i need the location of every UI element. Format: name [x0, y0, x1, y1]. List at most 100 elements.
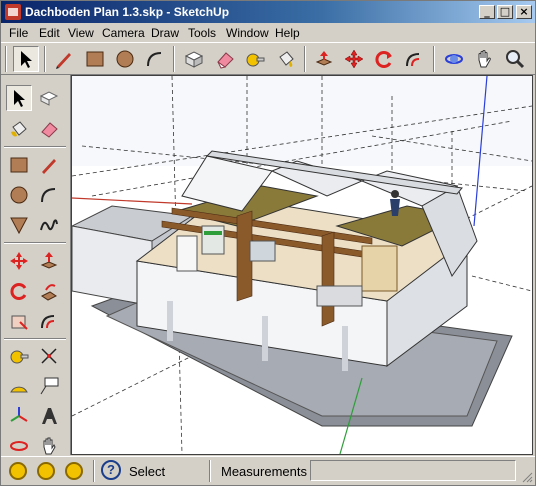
pencil-icon — [56, 53, 71, 69]
paint-bucket-button-large[interactable] — [6, 116, 32, 142]
credits-icon[interactable] — [37, 462, 55, 480]
line-tool-button-large[interactable] — [36, 152, 62, 178]
3d-text-tool-button[interactable] — [36, 403, 62, 429]
rotate-icon — [375, 51, 392, 68]
tape-measure-button-large[interactable] — [6, 343, 32, 369]
rotate-tool-button[interactable] — [371, 46, 397, 72]
status-bar: ? Select Measurements — [1, 456, 535, 485]
text-label-icon — [40, 377, 59, 395]
paint-bucket-icon — [279, 51, 294, 67]
rectangle-icon — [86, 51, 104, 67]
close-button[interactable]: × — [516, 5, 532, 19]
arrow-cursor-icon — [21, 51, 32, 68]
line-tool-button[interactable] — [51, 46, 77, 72]
tape-measure-icon — [10, 350, 29, 364]
title-bar: Dachboden Plan 1.3.skp - SketchUp _ □ × — [1, 1, 535, 23]
make-component-button[interactable] — [181, 46, 207, 72]
menu-tools[interactable]: Tools — [188, 26, 216, 40]
move-tool-button-large[interactable] — [6, 248, 32, 274]
menu-view[interactable]: View — [68, 26, 94, 40]
follow-me-icon — [41, 284, 57, 301]
circle-icon — [116, 50, 134, 68]
axes-icon — [10, 407, 28, 422]
polygon-tool-button[interactable] — [6, 212, 32, 238]
menu-file[interactable]: File — [9, 26, 28, 40]
hand-icon — [478, 50, 491, 68]
offset-icon — [41, 315, 55, 329]
menu-bar: File Edit View Camera Draw Tools Window … — [1, 23, 535, 42]
orbit-tool-button[interactable] — [441, 46, 467, 72]
make-component-button-large[interactable] — [36, 85, 62, 111]
arc-tool-button[interactable] — [142, 46, 168, 72]
circle-tool-button[interactable] — [112, 46, 138, 72]
paint-bucket-icon — [11, 121, 27, 137]
sketchup-app-icon — [5, 4, 21, 20]
menu-camera[interactable]: Camera — [102, 26, 145, 40]
offset-tool-button[interactable] — [401, 46, 427, 72]
dimension-icon — [41, 348, 57, 364]
rectangle-icon — [10, 157, 28, 173]
magnifier-icon — [506, 50, 525, 69]
scale-tool-button[interactable] — [6, 308, 32, 334]
triangle-icon — [10, 217, 28, 235]
select-tool-button-large[interactable] — [6, 85, 32, 111]
push-pull-button-large[interactable] — [36, 248, 62, 274]
move-tool-button[interactable] — [341, 46, 367, 72]
menu-edit[interactable]: Edit — [39, 26, 60, 40]
offset-icon — [406, 53, 420, 67]
push-pull-icon — [315, 51, 333, 66]
rotate-tool-button-large[interactable] — [6, 278, 32, 304]
tape-measure-button[interactable] — [242, 46, 268, 72]
orbit-icon — [445, 54, 463, 64]
component-icon — [39, 91, 59, 106]
eraser-tool-button[interactable] — [212, 46, 238, 72]
menu-window[interactable]: Window — [226, 26, 269, 40]
maximize-button[interactable]: □ — [497, 5, 513, 19]
zoom-tool-button[interactable] — [502, 46, 528, 72]
tape-measure-icon — [246, 53, 265, 67]
user-account-icon[interactable] — [65, 462, 83, 480]
move-arrows-icon — [10, 252, 28, 270]
window-title: Dachboden Plan 1.3.skp - SketchUp — [25, 5, 230, 19]
rectangle-tool-button[interactable] — [82, 46, 108, 72]
3d-text-icon — [42, 408, 57, 424]
select-tool-button[interactable] — [13, 46, 39, 72]
protractor-tool-button[interactable] — [6, 373, 32, 399]
freehand-tool-button[interactable] — [36, 212, 62, 238]
menu-draw[interactable]: Draw — [151, 26, 179, 40]
eraser-icon — [217, 52, 234, 69]
resize-grip-icon[interactable] — [521, 471, 533, 483]
text-tool-button[interactable] — [36, 373, 62, 399]
paint-bucket-button[interactable] — [273, 46, 299, 72]
rectangle-tool-button-large[interactable] — [6, 152, 32, 178]
menu-help[interactable]: Help — [275, 26, 300, 40]
offset-tool-button-large[interactable] — [36, 308, 62, 334]
push-pull-button[interactable] — [311, 46, 337, 72]
sketchup-window: Dachboden Plan 1.3.skp - SketchUp _ □ × … — [0, 0, 536, 486]
axes-tool-button[interactable] — [6, 403, 32, 429]
pan-tool-button[interactable] — [471, 46, 497, 72]
house-3d-model — [72, 76, 532, 454]
move-arrows-icon — [344, 49, 364, 69]
circle-icon — [10, 186, 28, 204]
status-text: Select — [129, 464, 166, 479]
arc-tool-button-large[interactable] — [36, 182, 62, 208]
circle-tool-button-large[interactable] — [6, 182, 32, 208]
rotate-icon — [10, 283, 27, 300]
measurements-field[interactable] — [310, 460, 516, 481]
geo-location-icon[interactable] — [9, 462, 27, 480]
scale-icon — [11, 315, 28, 330]
drawing-area-viewport[interactable] — [71, 75, 533, 455]
measurements-label: Measurements — [221, 464, 307, 479]
dimension-tool-button[interactable] — [36, 343, 62, 369]
arc-icon — [147, 52, 162, 67]
hand-icon — [43, 437, 56, 455]
component-icon — [184, 51, 204, 68]
eraser-tool-button-large[interactable] — [36, 116, 62, 142]
pencil-icon — [42, 159, 56, 174]
minimize-button[interactable]: _ — [479, 5, 495, 19]
arrow-cursor-icon — [14, 90, 25, 107]
push-pull-icon — [40, 252, 58, 269]
follow-me-button[interactable] — [36, 278, 62, 304]
question-mark-icon[interactable]: ? — [101, 460, 121, 480]
